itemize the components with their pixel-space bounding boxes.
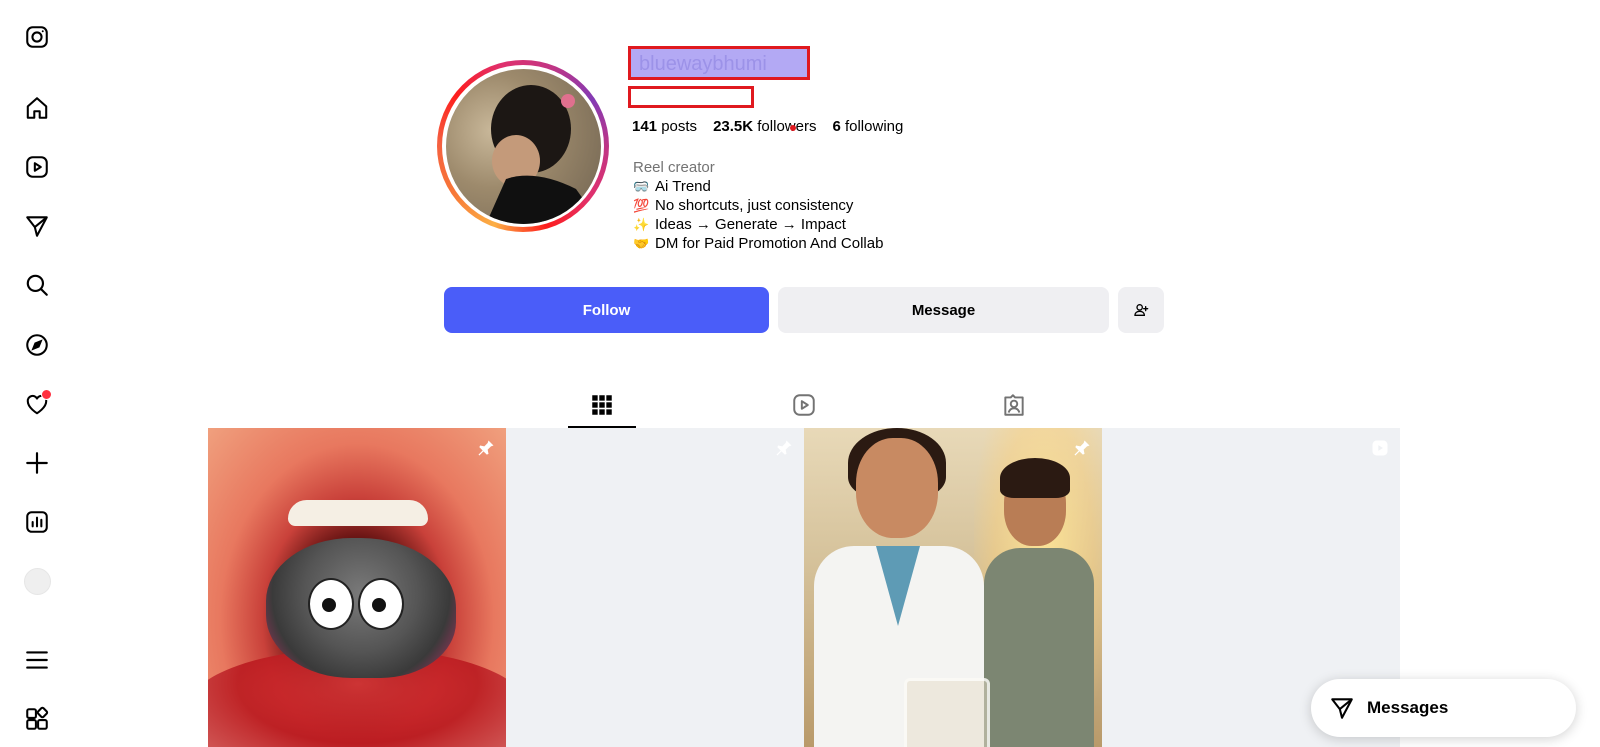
profile-picture (445, 68, 601, 224)
cursor-marker (790, 125, 796, 131)
profile-avatar[interactable] (22, 566, 52, 596)
dashboard-icon[interactable] (22, 507, 52, 537)
menu-icon[interactable] (22, 645, 52, 675)
reels-icon (793, 394, 815, 416)
profile-bio: Reel creator 🥽 Ai Trend 💯 No shortcuts, ju… (633, 158, 883, 253)
following-link[interactable]: 6 following (832, 118, 903, 135)
tagged-icon (1004, 394, 1024, 416)
pin-icon (776, 440, 792, 456)
bio-line: ✨ Ideas → Generate → Impact (633, 216, 846, 233)
profile-picture-story-ring[interactable] (437, 60, 609, 232)
message-button[interactable]: Message (778, 287, 1109, 333)
redacted-name-box (628, 86, 754, 108)
follow-button[interactable]: Follow (444, 287, 769, 333)
profile-category: Reel creator (633, 159, 715, 176)
apps-icon[interactable] (22, 704, 52, 734)
notification-dot (41, 389, 52, 400)
send-icon (1331, 698, 1353, 719)
reel-icon (1372, 440, 1388, 456)
messages-label: Messages (1367, 698, 1449, 717)
notifications-heart-icon[interactable] (22, 389, 52, 419)
pin-icon (1074, 440, 1090, 456)
post-thumbnail[interactable] (506, 428, 804, 747)
home-icon[interactable] (22, 93, 52, 123)
sidebar (0, 0, 74, 747)
posts-count: 141 posts (632, 118, 698, 135)
profile-stats: 141 posts 23.5K followers 6 following (632, 118, 903, 135)
add-person-icon (1134, 304, 1149, 316)
post-thumbnail[interactable] (804, 428, 1102, 747)
tab-reels[interactable] (770, 383, 838, 427)
instagram-logo-icon[interactable] (22, 22, 52, 52)
search-icon[interactable] (22, 270, 52, 300)
pin-icon (478, 440, 494, 456)
post-thumbnail[interactable] (208, 428, 506, 747)
bio-line: 🥽 Ai Trend (633, 178, 711, 195)
tab-posts[interactable] (568, 383, 636, 428)
suggested-accounts-button[interactable] (1118, 287, 1164, 333)
explore-icon[interactable] (22, 330, 52, 360)
grid-icon (592, 394, 612, 415)
username: bluewaybhumi (628, 46, 810, 80)
posts-grid (208, 428, 1400, 747)
avatar (23, 567, 51, 595)
followers-link[interactable]: 23.5K followers (713, 118, 816, 135)
tab-tagged[interactable] (980, 383, 1048, 427)
create-plus-icon[interactable] (22, 448, 52, 478)
profile-tabs (208, 383, 1400, 429)
bio-line: 🤝 DM for Paid Promotion And Collab (633, 235, 884, 252)
messages-button[interactable]: Messages (1311, 679, 1576, 737)
bio-line: 💯 No shortcuts, just consistency (633, 197, 854, 214)
reels-icon[interactable] (22, 152, 52, 182)
send-icon[interactable] (22, 211, 52, 241)
